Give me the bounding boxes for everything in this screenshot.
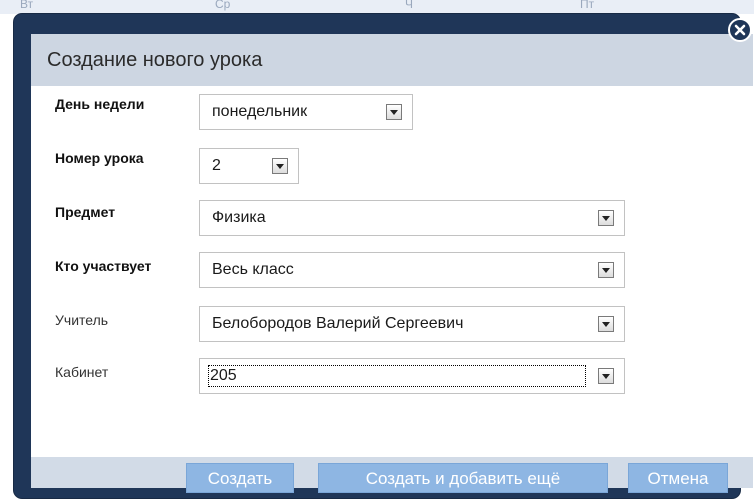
bg-header-cell: Ср bbox=[215, 0, 231, 11]
chevron-down-icon[interactable] bbox=[386, 104, 402, 120]
chevron-down-icon[interactable] bbox=[598, 368, 614, 384]
dialog-title-bar: Создание нового урока bbox=[31, 34, 753, 86]
close-x-glyph bbox=[734, 24, 746, 36]
bg-header-cell: Ч bbox=[405, 0, 413, 11]
dialog-body: Создание нового урока День недели понеде… bbox=[31, 34, 753, 493]
chevron-down-icon[interactable] bbox=[598, 210, 614, 226]
room-select[interactable]: 205 bbox=[199, 358, 625, 394]
room-value: 205 bbox=[208, 365, 586, 387]
chevron-down-icon[interactable] bbox=[598, 316, 614, 332]
close-icon[interactable] bbox=[728, 18, 752, 42]
dialog-footer: Создать Создать и добавить ещё Отмена bbox=[31, 457, 753, 493]
cancel-button[interactable]: Отмена bbox=[628, 463, 728, 493]
bg-header-cell: Вт bbox=[20, 0, 34, 11]
lesson-number-label: Номер урока bbox=[55, 150, 144, 166]
participants-label: Кто участвует bbox=[55, 258, 152, 274]
lesson-form: День недели понедельник Номер урока 2 Пр… bbox=[31, 86, 753, 457]
background-table-header: Вт Ср Ч Пт bbox=[0, 0, 754, 14]
teacher-select[interactable]: Белобородов Валерий Сергеевич bbox=[199, 306, 625, 342]
dialog-title: Создание нового урока bbox=[47, 49, 263, 71]
subject-label: Предмет bbox=[55, 204, 116, 220]
teacher-label: Учитель bbox=[55, 312, 109, 328]
bg-header-cell: Пт bbox=[580, 0, 595, 11]
create-button[interactable]: Создать bbox=[186, 463, 294, 493]
day-of-week-select[interactable]: понедельник bbox=[199, 94, 413, 130]
subject-value: Физика bbox=[212, 209, 266, 226]
day-of-week-value: понедельник bbox=[212, 103, 308, 120]
room-label: Кабинет bbox=[55, 364, 109, 380]
lesson-number-value: 2 bbox=[212, 157, 221, 174]
day-of-week-label: День недели bbox=[55, 96, 145, 112]
participants-value: Весь класс bbox=[212, 261, 294, 278]
create-and-add-more-button[interactable]: Создать и добавить ещё bbox=[318, 463, 608, 493]
lesson-number-select[interactable]: 2 bbox=[199, 148, 299, 184]
chevron-down-icon[interactable] bbox=[598, 262, 614, 278]
chevron-down-icon[interactable] bbox=[272, 158, 288, 174]
subject-select[interactable]: Физика bbox=[199, 200, 625, 236]
participants-select[interactable]: Весь класс bbox=[199, 252, 625, 288]
teacher-value: Белобородов Валерий Сергеевич bbox=[212, 315, 464, 332]
